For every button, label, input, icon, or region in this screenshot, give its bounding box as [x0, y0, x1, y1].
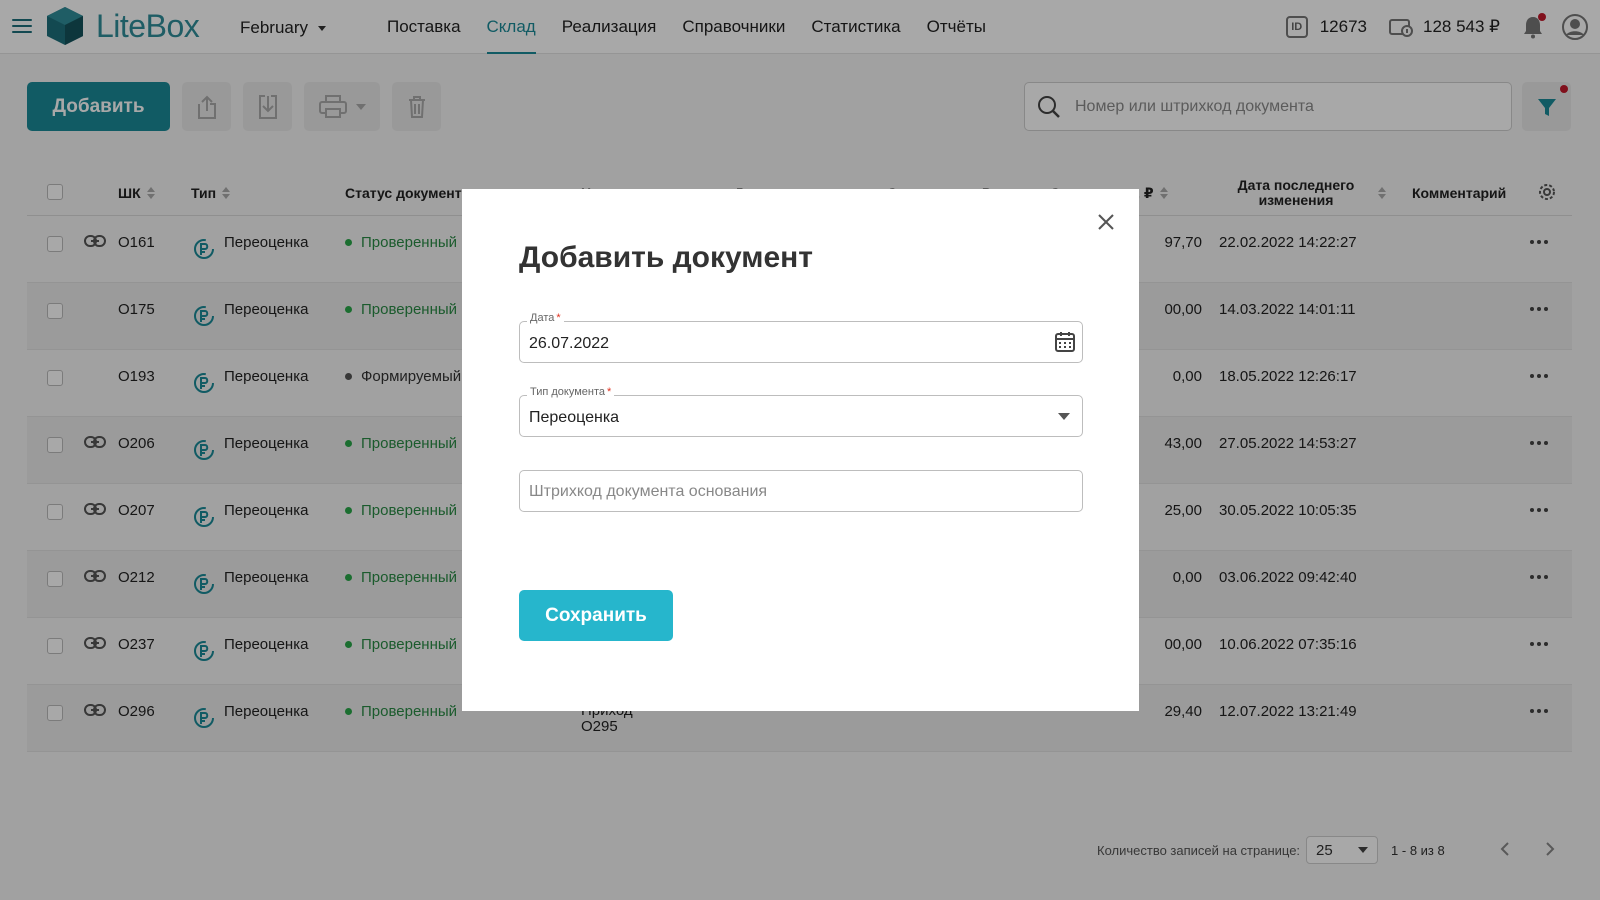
date-field-label: Дата *	[527, 312, 564, 324]
dialog-title: Добавить документ	[519, 241, 813, 274]
document-type-select[interactable]: Тип документа * Переоценка	[519, 386, 1083, 437]
save-button[interactable]: Сохранить	[519, 590, 673, 641]
barcode-placeholder: Штрихкод документа основания	[529, 483, 768, 500]
date-value: 26.07.2022	[529, 335, 610, 352]
document-type-label: Тип документа *	[527, 386, 615, 398]
close-icon[interactable]	[1097, 213, 1115, 231]
add-document-dialog: Добавить документ Дата * 26.07.2022 Тип д…	[462, 189, 1139, 711]
document-type-value: Переоценка	[529, 409, 620, 426]
base-document-barcode-input[interactable]: Штрихкод документа основания	[519, 470, 1083, 512]
calendar-icon[interactable]	[1054, 331, 1076, 353]
caret-down-icon	[1058, 413, 1070, 420]
date-field[interactable]: Дата * 26.07.2022	[519, 312, 1083, 363]
